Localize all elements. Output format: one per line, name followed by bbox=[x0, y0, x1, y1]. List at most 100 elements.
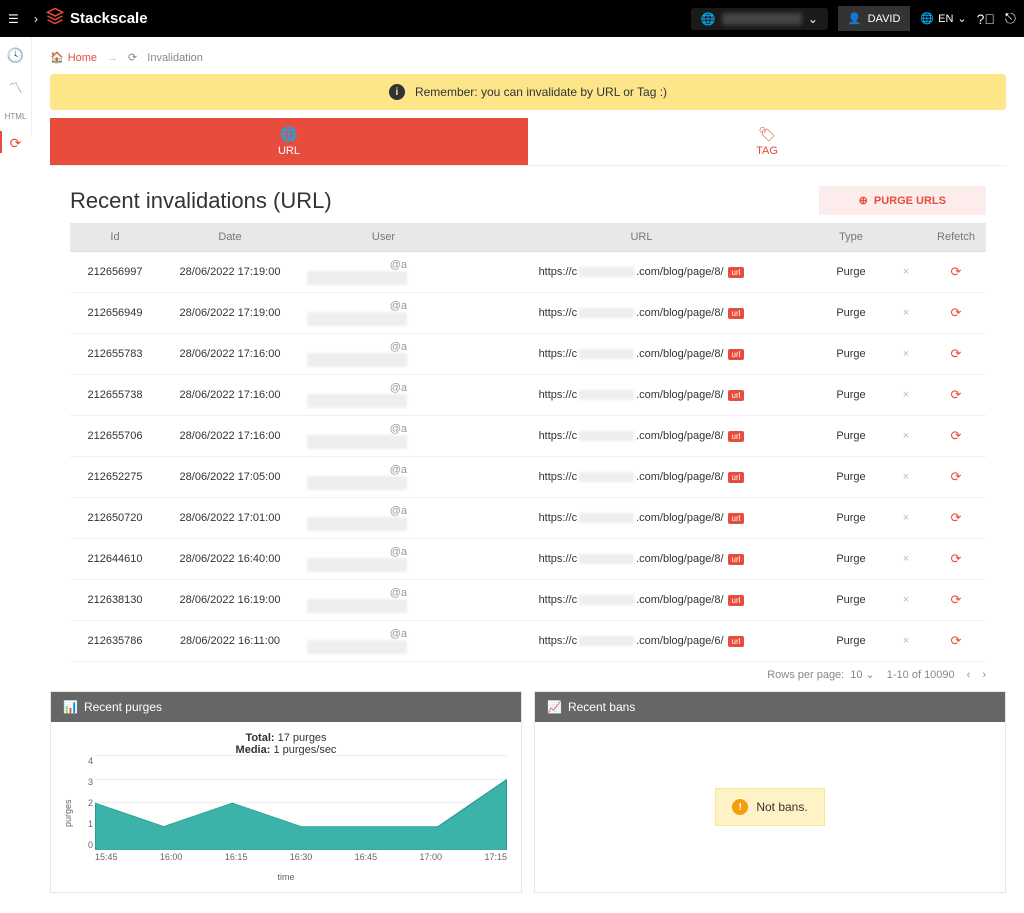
th-refetch[interactable]: Refetch bbox=[926, 223, 986, 252]
cell-date: 28/06/2022 17:16:00 bbox=[160, 334, 300, 375]
cell-user: @a bbox=[300, 498, 467, 539]
content: 🏠 Home → ⟳ Invalidation i Remember: you … bbox=[32, 37, 1024, 913]
rail-analytics-icon[interactable]: 〽 bbox=[9, 78, 23, 98]
banner-text: Remember: you can invalidate by URL or T… bbox=[415, 85, 667, 99]
refetch-icon[interactable]: ⟳ bbox=[951, 510, 962, 525]
site-name-blurred bbox=[722, 13, 802, 25]
breadcrumb-current: Invalidation bbox=[147, 52, 203, 64]
chart-icon: 📈 bbox=[547, 700, 562, 714]
refetch-icon[interactable]: ⟳ bbox=[951, 592, 962, 607]
logo-icon bbox=[46, 7, 64, 30]
cell-url: https://c.com/blog/page/8/url bbox=[467, 293, 816, 334]
rows-per-page-label: Rows per page: bbox=[767, 669, 844, 681]
site-dropdown[interactable]: 🌐 ⌄ bbox=[691, 8, 828, 30]
lang-label: EN bbox=[938, 13, 953, 25]
rail-invalidation-icon[interactable]: ⟳ bbox=[10, 135, 22, 152]
user-icon: 👤 bbox=[848, 12, 862, 25]
logout-icon[interactable]: ⎋ bbox=[1005, 10, 1016, 27]
tab-tag[interactable]: 🏷 TAG bbox=[528, 118, 1006, 165]
delete-icon[interactable]: × bbox=[903, 553, 909, 565]
section-title: Recent invalidations (URL) bbox=[70, 188, 332, 214]
table-row: 21265573828/06/2022 17:16:00@ahttps://c.… bbox=[70, 375, 986, 416]
refetch-icon[interactable]: ⟳ bbox=[951, 633, 962, 648]
purge-urls-button[interactable]: ⊕ PURGE URLS bbox=[819, 186, 986, 215]
delete-icon[interactable]: × bbox=[903, 594, 909, 606]
user-menu[interactable]: 👤 DAVID bbox=[838, 6, 911, 31]
refetch-icon[interactable]: ⟳ bbox=[951, 551, 962, 566]
panel-title: Recent bans bbox=[568, 700, 635, 714]
logo[interactable]: Stackscale bbox=[46, 7, 148, 30]
panel-title: Recent purges bbox=[84, 700, 162, 714]
refetch-icon[interactable]: ⟳ bbox=[951, 428, 962, 443]
cell-id: 212655738 bbox=[70, 375, 160, 416]
tab-url[interactable]: 🌐 URL bbox=[50, 118, 528, 165]
th-type[interactable]: Type bbox=[816, 223, 886, 252]
cell-id: 212644610 bbox=[70, 539, 160, 580]
section-header: Recent invalidations (URL) ⊕ PURGE URLS bbox=[70, 186, 986, 215]
th-url[interactable]: URL bbox=[467, 223, 816, 252]
not-bans-alert: ! Not bans. bbox=[715, 788, 824, 826]
prev-page-button[interactable]: ‹ bbox=[967, 669, 971, 681]
url-badge: url bbox=[728, 390, 745, 401]
globe-icon: 🌐 bbox=[701, 12, 716, 26]
table-row: 21263578628/06/2022 16:11:00@ahttps://c.… bbox=[70, 621, 986, 662]
pagination: Rows per page: 10 ⌄ 1-10 of 10090 ‹ › bbox=[70, 668, 986, 681]
url-badge: url bbox=[728, 267, 745, 278]
refetch-icon[interactable]: ⟳ bbox=[951, 264, 962, 279]
purges-chart: purges 01234 15:4516:0016:1516:3016:4517… bbox=[61, 756, 511, 870]
cell-url: https://c.com/blog/page/8/url bbox=[467, 457, 816, 498]
chart-summary: Total: 17 purges Media: 1 purges/sec bbox=[61, 732, 511, 756]
plus-circle-icon: ⊕ bbox=[859, 194, 868, 207]
url-badge: url bbox=[728, 349, 745, 360]
menu-icon[interactable]: ☰ bbox=[8, 12, 26, 26]
delete-icon[interactable]: × bbox=[903, 266, 909, 278]
rows-per-page-select[interactable]: 10 ⌄ bbox=[850, 668, 875, 681]
delete-icon[interactable]: × bbox=[903, 512, 909, 524]
th-user[interactable]: User bbox=[300, 223, 467, 252]
cell-id: 212652275 bbox=[70, 457, 160, 498]
chevron-right-icon[interactable]: › bbox=[34, 12, 38, 26]
cell-id: 212638130 bbox=[70, 580, 160, 621]
url-badge: url bbox=[728, 308, 745, 319]
refetch-icon[interactable]: ⟳ bbox=[951, 305, 962, 320]
breadcrumb-home[interactable]: 🏠 Home bbox=[50, 51, 97, 64]
th-date[interactable]: Date bbox=[160, 223, 300, 252]
cell-url: https://c.com/blog/page/8/url bbox=[467, 334, 816, 375]
cell-id: 212655706 bbox=[70, 416, 160, 457]
cell-date: 28/06/2022 17:05:00 bbox=[160, 457, 300, 498]
cell-url: https://c.com/blog/page/8/url bbox=[467, 375, 816, 416]
delete-icon[interactable]: × bbox=[903, 389, 909, 401]
delete-icon[interactable]: × bbox=[903, 471, 909, 483]
arrow-icon: → bbox=[107, 52, 118, 64]
cell-user: @a bbox=[300, 580, 467, 621]
refetch-icon[interactable]: ⟳ bbox=[951, 387, 962, 402]
cell-date: 28/06/2022 17:19:00 bbox=[160, 252, 300, 293]
table-row: 21265570628/06/2022 17:16:00@ahttps://c.… bbox=[70, 416, 986, 457]
cell-date: 28/06/2022 17:16:00 bbox=[160, 416, 300, 457]
delete-icon[interactable]: × bbox=[903, 307, 909, 319]
next-page-button[interactable]: › bbox=[982, 669, 986, 681]
rail-clock-icon[interactable]: 🕓 bbox=[7, 47, 24, 64]
cell-date: 28/06/2022 16:19:00 bbox=[160, 580, 300, 621]
language-dropdown[interactable]: 🌐 EN ⌄ bbox=[920, 12, 966, 25]
cell-user: @a bbox=[300, 375, 467, 416]
refetch-icon[interactable]: ⟳ bbox=[951, 469, 962, 484]
cell-id: 212656949 bbox=[70, 293, 160, 334]
cell-type: Purge bbox=[816, 580, 886, 621]
siderail: 🕓 〽 HTML ⟳ bbox=[0, 37, 32, 137]
rail-code-icon[interactable]: HTML bbox=[5, 112, 27, 121]
delete-icon[interactable]: × bbox=[903, 635, 909, 647]
chart-ylabel: purges bbox=[61, 756, 75, 870]
delete-icon[interactable]: × bbox=[903, 348, 909, 360]
refetch-icon[interactable]: ⟳ bbox=[951, 346, 962, 361]
delete-icon[interactable]: × bbox=[903, 430, 909, 442]
warning-icon: ! bbox=[732, 799, 748, 815]
breadcrumb: 🏠 Home → ⟳ Invalidation bbox=[50, 47, 1006, 74]
tabs: 🌐 URL 🏷 TAG bbox=[50, 118, 1006, 166]
cell-url: https://c.com/blog/page/8/url bbox=[467, 580, 816, 621]
th-id[interactable]: Id bbox=[70, 223, 160, 252]
help-icon[interactable]: ?⃝ bbox=[977, 11, 995, 27]
cell-type: Purge bbox=[816, 252, 886, 293]
cell-id: 212635786 bbox=[70, 621, 160, 662]
cell-date: 28/06/2022 17:19:00 bbox=[160, 293, 300, 334]
